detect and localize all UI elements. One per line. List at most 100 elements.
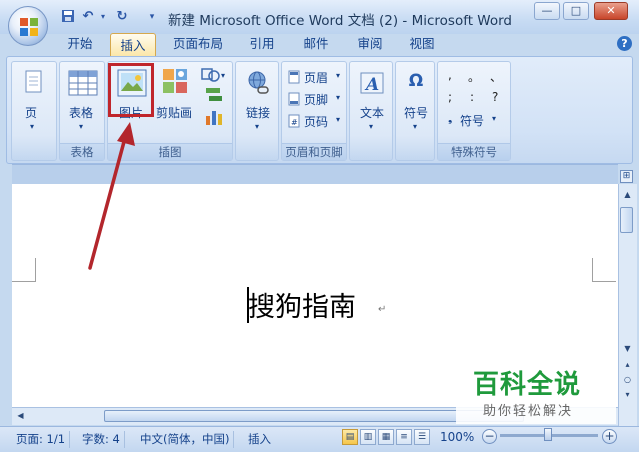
office-button[interactable] (8, 6, 48, 46)
customize-quick-access-icon[interactable]: ▾ (144, 9, 160, 25)
undo-icon[interactable]: ↶ (80, 9, 96, 25)
ruler-toggle-icon[interactable]: ⊞ (620, 170, 633, 183)
special-symbol[interactable]: : (470, 90, 474, 104)
picture-highlight-box (108, 63, 154, 117)
previous-page-icon[interactable]: ▴ (619, 358, 636, 372)
table-button[interactable]: 表格 ▾ (65, 66, 101, 142)
office-logo-icon (20, 18, 38, 36)
svg-text:A: A (364, 75, 379, 95)
footer-button[interactable]: 页脚 ▾ (288, 90, 346, 108)
maximize-button[interactable]: □ (563, 2, 589, 20)
ribbon-panel: 页 ▾ 表格 ▾ 表格 图片 剪贴画 ▾ 插图 链接 ▾ 页眉 ▾ 页脚 ▾ #… (6, 56, 633, 164)
page-number-button[interactable]: # 页码 ▾ (288, 112, 346, 130)
tab-review[interactable]: 审阅 (348, 32, 392, 56)
tab-mailings[interactable]: 邮件 (294, 32, 338, 56)
ribbon-tabs: 开始 插入 页面布局 引用 邮件 审阅 视图 (0, 32, 639, 57)
text-box-icon: A (360, 72, 384, 95)
redo-icon[interactable]: ↻ (114, 9, 130, 25)
header-button[interactable]: 页眉 ▾ (288, 68, 346, 86)
group-label-illustrations: 插图 (108, 143, 232, 160)
group-text: A 文本 ▾ (349, 61, 393, 161)
watermark-subtitle: 助你轻松解决 (483, 404, 574, 419)
omega-icon: Ω (408, 71, 424, 91)
special-symbol-button-label: 符号 (460, 114, 485, 128)
group-special-symbols: , 。 、 ; : ? ❟ 符号 ▾ 特殊符号 (437, 61, 511, 161)
print-layout-view-icon[interactable]: ▤ (342, 429, 358, 445)
save-icon[interactable] (60, 9, 76, 25)
next-page-icon[interactable]: ▾ (619, 388, 636, 402)
special-symbol[interactable]: ? (492, 90, 498, 104)
group-pages: 页 ▾ (11, 61, 57, 161)
watermark-logo-text: 百科全说 (473, 370, 582, 400)
clipart-button[interactable] (162, 68, 188, 94)
minimize-button[interactable]: — (534, 2, 560, 20)
special-symbol[interactable]: , (448, 68, 452, 82)
status-language[interactable]: 中文(简体，中国) (136, 431, 235, 448)
tab-page-layout[interactable]: 页面布局 (166, 32, 230, 56)
symbol-label: 符号 (404, 106, 429, 120)
chevron-down-icon: ▾ (336, 93, 341, 102)
chevron-down-icon: ▾ (79, 122, 84, 131)
group-label-special-symbols: 特殊符号 (438, 143, 510, 160)
special-symbol-row-2: ; : ? (448, 90, 508, 106)
margin-corner-marker (592, 258, 616, 282)
header-label: 页眉 (304, 71, 329, 85)
tab-references[interactable]: 引用 (240, 32, 284, 56)
link-button[interactable]: 链接 ▾ (240, 66, 276, 142)
status-page[interactable]: 页面: 1/1 (12, 431, 71, 448)
clipart-icon (163, 69, 187, 93)
smartart-icon[interactable] (204, 86, 224, 104)
zoom-slider-thumb[interactable] (544, 428, 552, 441)
page-label: 页 (25, 106, 38, 120)
zoom-in-icon[interactable]: + (602, 429, 617, 444)
special-symbol[interactable]: 、 (490, 68, 502, 85)
page-icon (25, 70, 42, 93)
document-text[interactable]: 搜狗指南 (248, 285, 356, 324)
table-label: 表格 (69, 106, 94, 120)
page-number-label: 页码 (304, 115, 329, 129)
shapes-button[interactable]: ▾ (200, 66, 228, 84)
scroll-down-icon[interactable]: ▼ (619, 342, 636, 356)
link-icon (248, 71, 269, 94)
status-insert-mode[interactable]: 插入 (244, 431, 275, 448)
footer-label: 页脚 (304, 93, 329, 107)
tab-insert[interactable]: 插入 (110, 33, 156, 57)
special-symbol-button[interactable]: ❟ 符号 ▾ (448, 112, 508, 128)
zoom-level[interactable]: 100% (440, 429, 474, 446)
tab-home[interactable]: 开始 (58, 32, 102, 56)
status-word-count[interactable]: 字数: 4 (78, 431, 125, 448)
footer-icon (288, 92, 300, 106)
text-button[interactable]: A 文本 ▾ (354, 66, 390, 142)
group-links: 链接 ▾ (235, 61, 279, 161)
clipart-label[interactable]: 剪贴画 (156, 104, 192, 121)
table-icon (68, 70, 98, 96)
full-screen-reading-icon[interactable]: ▥ (360, 429, 376, 445)
symbol-button[interactable]: Ω 符号 ▾ (399, 66, 433, 142)
symbol-bullet-icon: ❟ (448, 112, 453, 125)
special-symbol[interactable]: ; (448, 90, 452, 104)
chevron-down-icon: ▾ (336, 71, 341, 80)
web-layout-icon[interactable]: ▦ (378, 429, 394, 445)
help-icon[interactable]: ? (617, 36, 632, 51)
tab-view[interactable]: 视图 (400, 32, 444, 56)
header-icon (288, 70, 300, 84)
zoom-out-icon[interactable]: − (482, 429, 497, 444)
chart-icon[interactable] (204, 108, 224, 126)
undo-dropdown-icon[interactable]: ▾ (95, 9, 111, 25)
page-button[interactable]: 页 ▾ (20, 68, 48, 144)
outline-view-icon[interactable]: ≡ (396, 429, 412, 445)
group-label-header-footer: 页眉和页脚 (282, 143, 346, 160)
close-button[interactable]: ✕ (594, 2, 628, 20)
chevron-down-icon: ▾ (413, 122, 418, 131)
special-symbol[interactable]: 。 (468, 68, 480, 85)
draft-view-icon[interactable]: ☰ (414, 429, 430, 445)
group-label-table: 表格 (60, 143, 104, 160)
select-browse-object-icon[interactable]: ○ (619, 373, 636, 387)
scroll-left-icon[interactable]: ◀ (12, 409, 29, 423)
chevron-down-icon: ▾ (30, 122, 35, 131)
link-label: 链接 (246, 106, 271, 120)
margin-corner-marker (12, 258, 36, 282)
svg-text:#: # (291, 118, 298, 127)
scroll-up-icon[interactable]: ▲ (619, 188, 636, 202)
vertical-scroll-thumb[interactable] (620, 207, 633, 233)
